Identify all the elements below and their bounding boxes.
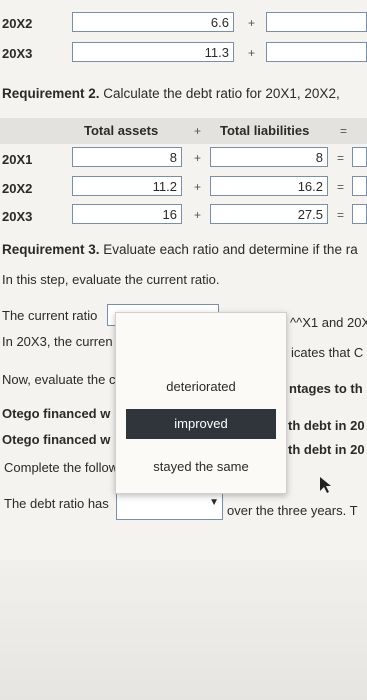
header-plus: + bbox=[194, 124, 202, 138]
input-liab-20x2[interactable]: 16.2 bbox=[210, 176, 328, 196]
debt-ratio-label: The debt ratio has bbox=[4, 496, 109, 511]
table-row-label: 20X2 bbox=[2, 181, 33, 196]
indicates-text: icates that C bbox=[291, 345, 364, 360]
input-20x2-value[interactable]: 6.6 bbox=[72, 12, 234, 32]
header-equals: = bbox=[340, 124, 348, 138]
row-label-20x3: 20X3 bbox=[2, 46, 33, 61]
plus-sign: + bbox=[194, 151, 202, 165]
current-ratio-label: The current ratio bbox=[2, 308, 98, 323]
input-20x2-next[interactable] bbox=[266, 12, 367, 32]
col-total-liabilities: Total liabilities bbox=[220, 123, 310, 138]
input-ratio-20x1[interactable] bbox=[352, 147, 367, 167]
complete-text: Complete the follow bbox=[4, 460, 119, 475]
dropdown-option-stayed-the-same[interactable]: stayed the same bbox=[116, 459, 286, 474]
otego-line-1: Otego financed w bbox=[2, 406, 111, 421]
input-assets-20x2[interactable]: 11.2 bbox=[72, 176, 182, 196]
plus-sign: + bbox=[248, 16, 256, 30]
input-assets-20x1[interactable]: 8 bbox=[72, 147, 182, 167]
mouse-cursor-icon bbox=[320, 477, 331, 493]
requirement-3-heading: Requirement 3. Evaluate each ratio and d… bbox=[2, 242, 358, 257]
evaluate-text: Now, evaluate the c bbox=[2, 372, 116, 387]
dropdown-option-improved[interactable]: improved bbox=[126, 409, 276, 439]
input-20x3-value[interactable]: 11.3 bbox=[72, 42, 234, 62]
input-ratio-20x2[interactable] bbox=[352, 176, 367, 196]
plus-sign: + bbox=[194, 208, 202, 222]
step-instruction: In this step, evaluate the current ratio… bbox=[2, 272, 220, 287]
table-header-band bbox=[0, 118, 367, 144]
current-ratio-after: ^^X1 and 20X bbox=[290, 315, 367, 330]
table-row-label: 20X1 bbox=[2, 152, 33, 167]
table-row-label: 20X3 bbox=[2, 209, 33, 224]
equals-sign: = bbox=[337, 180, 345, 194]
dropdown-option-deteriorated[interactable]: deteriorated bbox=[116, 379, 286, 394]
in-20x3-text: In 20X3, the curren bbox=[2, 334, 113, 349]
chevron-down-icon: ▼ bbox=[209, 497, 219, 508]
col-total-assets: Total assets bbox=[84, 123, 159, 138]
over-years-text: over the three years. T bbox=[227, 503, 358, 518]
otego-line-2: Otego financed w bbox=[2, 432, 111, 447]
row-label-20x2: 20X2 bbox=[2, 16, 33, 31]
equals-sign: = bbox=[337, 151, 345, 165]
worksheet: 20X2 6.6 + 20X3 11.3 + Requirement 2. Ca… bbox=[0, 0, 367, 560]
otego-line-2-after: th debt in 20 bbox=[288, 442, 365, 457]
plus-sign: + bbox=[248, 46, 256, 60]
equals-sign: = bbox=[337, 208, 345, 222]
debt-ratio-select[interactable]: ▼ bbox=[116, 492, 223, 520]
requirement-2-heading: Requirement 2. Calculate the debt ratio … bbox=[2, 86, 340, 101]
input-liab-20x1[interactable]: 8 bbox=[210, 147, 328, 167]
otego-line-1-after: th debt in 20 bbox=[288, 418, 365, 433]
input-liab-20x3[interactable]: 27.5 bbox=[210, 204, 328, 224]
desk-background bbox=[0, 560, 367, 700]
dropdown-menu: deteriorated improved stayed the same bbox=[115, 312, 287, 494]
input-ratio-20x3[interactable] bbox=[352, 204, 367, 224]
input-assets-20x3[interactable]: 16 bbox=[72, 204, 182, 224]
input-20x3-next[interactable] bbox=[266, 42, 367, 62]
advantages-text: ntages to th bbox=[289, 381, 363, 396]
plus-sign: + bbox=[194, 180, 202, 194]
